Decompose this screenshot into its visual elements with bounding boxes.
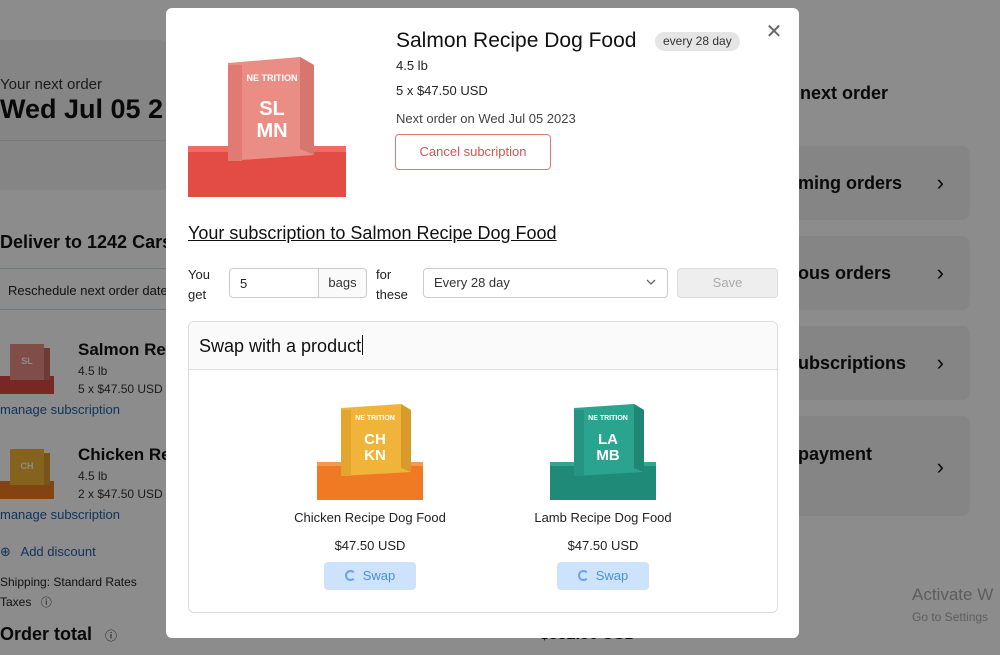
svg-text:CH: CH bbox=[364, 431, 386, 448]
swap-panel: Swap with a product NE TRITION CH KN Chi… bbox=[188, 321, 778, 613]
swap-product-price: $47.50 USD bbox=[334, 538, 406, 553]
swap-button-label: Swap bbox=[362, 568, 396, 583]
cancel-subscription-button[interactable]: Cancel subcription bbox=[395, 134, 551, 170]
save-button[interactable]: Save bbox=[677, 268, 778, 298]
close-icon[interactable]: ✕ bbox=[764, 22, 784, 42]
svg-text:NE TRITION: NE TRITION bbox=[247, 73, 298, 83]
swap-button[interactable]: Swap bbox=[324, 562, 416, 590]
salmon-product-image: NE TRITION SL MN bbox=[188, 57, 346, 197]
svg-text:KN: KN bbox=[364, 447, 386, 464]
svg-text:MN: MN bbox=[256, 120, 287, 142]
swap-product-card: NE TRITION CH KN Chicken Recipe Dog Food… bbox=[270, 402, 470, 590]
swap-product-card: NE TRITION LA MB Lamb Recipe Dog Food $4… bbox=[503, 402, 703, 590]
product-title: Salmon Recipe Dog Food bbox=[396, 29, 637, 52]
swap-heading-text: Swap with a product bbox=[199, 336, 362, 356]
quantity-field: bags bbox=[229, 268, 367, 298]
product-weight: 4.5 lb bbox=[396, 58, 428, 73]
frequency-badge: every 28 day bbox=[655, 32, 740, 51]
lamb-product-image: NE TRITION LA MB bbox=[550, 404, 656, 500]
subscription-heading: Your subscription to Salmon Recipe Dog F… bbox=[188, 223, 557, 243]
quantity-unit: bags bbox=[318, 269, 366, 297]
swap-product-price: $47.50 USD bbox=[567, 538, 639, 553]
refresh-icon bbox=[344, 570, 356, 581]
svg-text:SL: SL bbox=[259, 98, 285, 120]
product-quantity: 5 x $47.50 USD bbox=[396, 83, 488, 98]
subscription-settings-row: You get bags for these Every 28 day Save bbox=[188, 264, 778, 310]
frequency-value: Every 28 day bbox=[434, 275, 510, 290]
svg-text:LA: LA bbox=[598, 431, 618, 448]
text-caret bbox=[362, 335, 364, 355]
for-these-label: for these bbox=[376, 267, 408, 302]
quantity-input[interactable] bbox=[230, 269, 318, 297]
refresh-icon bbox=[577, 570, 589, 581]
swap-product-name: Lamb Recipe Dog Food bbox=[534, 510, 672, 525]
next-order-text: Next order on Wed Jul 05 2023 bbox=[396, 111, 576, 126]
frequency-select[interactable]: Every 28 day bbox=[423, 268, 668, 298]
svg-text:NE TRITION: NE TRITION bbox=[355, 415, 395, 422]
chicken-product-image: NE TRITION CH KN bbox=[317, 404, 423, 500]
svg-text:MB: MB bbox=[596, 447, 619, 464]
subscription-modal: ✕ NE TRITION SL MN Salmon Recipe Dog Foo… bbox=[166, 8, 799, 638]
chevron-down-icon bbox=[645, 269, 657, 307]
swap-button[interactable]: Swap bbox=[557, 562, 649, 590]
swap-heading: Swap with a product bbox=[189, 322, 777, 370]
svg-text:NE TRITION: NE TRITION bbox=[588, 415, 628, 422]
you-get-label: You get bbox=[188, 267, 210, 302]
swap-button-label: Swap bbox=[595, 568, 629, 583]
swap-product-name: Chicken Recipe Dog Food bbox=[294, 510, 446, 525]
